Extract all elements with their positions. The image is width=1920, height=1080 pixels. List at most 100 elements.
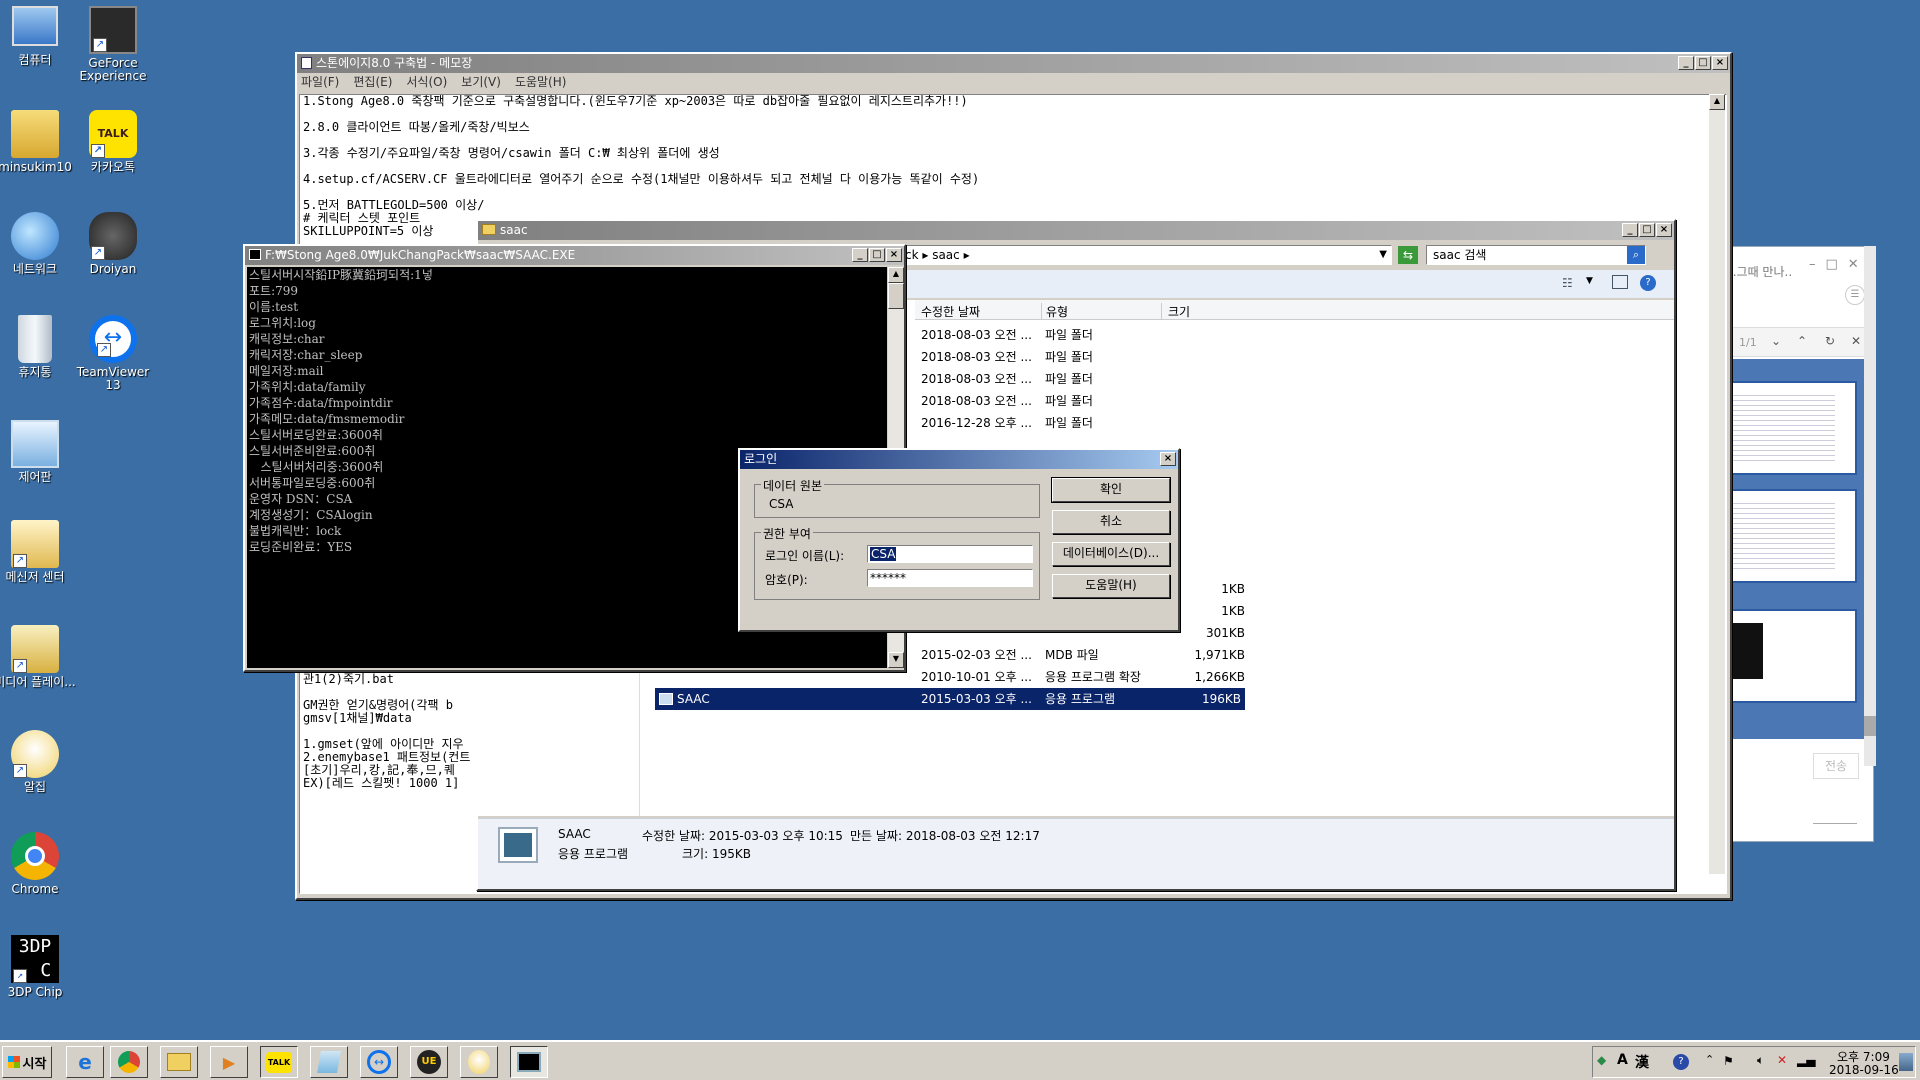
kakao-window-controls[interactable]: –□✕ xyxy=(1809,257,1869,272)
menu-file[interactable]: 파일(F) xyxy=(301,73,339,91)
console-titlebar[interactable]: F:₩Stong Age8.0₩JukChangPack₩saac₩SAAC.E… xyxy=(245,246,904,265)
notepad-vertical-scrollbar[interactable]: ▲ xyxy=(1709,94,1725,874)
table-row[interactable]: 2018-08-03 오전 ... 파일 폴더 xyxy=(915,346,1245,368)
column-header-size[interactable]: 크기 xyxy=(1161,303,1241,320)
maximize-button[interactable]: □ xyxy=(1639,223,1655,237)
close-button[interactable]: × xyxy=(1656,223,1672,237)
desktop-icon-media-player[interactable]: ↗ 미디어 플레이... xyxy=(0,625,77,689)
chevron-down-icon[interactable]: ▼ xyxy=(1586,276,1593,286)
menu-help[interactable]: 도움말(H) xyxy=(515,73,567,91)
help-icon[interactable]: ? xyxy=(1673,1054,1689,1070)
desktop-icon-computer[interactable]: 컴퓨터 xyxy=(0,6,77,67)
explorer-titlebar[interactable]: saac _ □ × xyxy=(478,221,1674,240)
refresh-icon[interactable]: ⇆ xyxy=(1398,246,1418,264)
table-row[interactable]: 2015-02-03 오전 ... MDB 파일 1,971KB xyxy=(915,644,1245,666)
windows-logo-icon xyxy=(7,1056,20,1068)
volume-icon[interactable]: 🔈︎ xyxy=(1757,1053,1764,1068)
chevron-up-icon[interactable]: ⌃ xyxy=(1797,334,1807,348)
taskbar-alzip[interactable] xyxy=(460,1046,498,1078)
menu-edit[interactable]: 편집(E) xyxy=(353,73,392,91)
ime-hanja[interactable]: 漢 xyxy=(1635,1052,1649,1072)
taskbar-console[interactable] xyxy=(510,1046,548,1078)
scroll-thumb[interactable] xyxy=(888,283,904,309)
column-header-type[interactable]: 유형 xyxy=(1041,303,1153,320)
desktop-icon-geforce[interactable]: ↗ GeForce Experience xyxy=(71,6,155,83)
ime-mode[interactable]: A xyxy=(1617,1052,1628,1068)
table-row[interactable]: 2018-08-03 오전 ... 파일 폴더 xyxy=(915,368,1245,390)
clock-date[interactable]: 2018-09-16 xyxy=(1829,1063,1899,1077)
show-desktop-icon[interactable] xyxy=(1899,1053,1913,1071)
minimize-button[interactable]: _ xyxy=(1622,223,1638,237)
table-row[interactable]: 2018-08-03 오전 ... 파일 폴더 xyxy=(915,390,1245,412)
desktop-icon-control-panel[interactable]: 제어판 xyxy=(0,420,77,484)
desktop-icon-alzip[interactable]: ↗ 알집 xyxy=(0,730,77,794)
chevron-up-icon[interactable]: ⌃ xyxy=(1705,1053,1714,1066)
desktop-icon-3dp-chip[interactable]: 3DP C ↗ 3DP Chip xyxy=(0,935,77,999)
close-button[interactable]: × xyxy=(1712,56,1728,70)
refresh-icon[interactable]: ↻ xyxy=(1825,334,1835,348)
kakao-scrollbar[interactable] xyxy=(1864,246,1876,766)
action-center-icon[interactable]: ⚑ xyxy=(1723,1054,1734,1068)
close-button[interactable]: × xyxy=(1160,452,1176,466)
close-icon[interactable]: ✕ xyxy=(1851,334,1861,348)
desktop-icon-messenger-center[interactable]: ↗ 메신저 센터 xyxy=(0,520,77,584)
table-row[interactable]: 2016-12-28 오후 ... 파일 폴더 xyxy=(915,412,1245,434)
taskbar-notepad[interactable] xyxy=(310,1046,348,1078)
desktop-icon-chrome[interactable]: Chrome xyxy=(0,832,77,896)
cancel-button[interactable]: 취소 xyxy=(1052,510,1170,534)
desktop-icon-user-folder[interactable]: minsukim10 xyxy=(0,110,77,174)
desktop-icon-droiyan[interactable]: ↗ Droiyan xyxy=(71,212,155,276)
desktop-icon-recycle-bin[interactable]: 휴지통 xyxy=(0,315,77,379)
search-input[interactable]: saac 검색 ⌕ xyxy=(1426,245,1646,265)
desktop-icon-network[interactable]: 네트워크 xyxy=(0,212,77,276)
signal-icon[interactable]: ▂▄ xyxy=(1797,1053,1815,1067)
minimize-button[interactable]: _ xyxy=(1678,56,1694,70)
taskbar-media-player[interactable]: ▶ xyxy=(210,1046,248,1078)
column-header-date[interactable]: 수정한 날짜 xyxy=(921,303,1033,320)
help-button[interactable]: 도움말(H) xyxy=(1052,574,1170,598)
chevron-down-icon[interactable]: ▼ xyxy=(1379,246,1387,264)
desktop-icon-teamviewer[interactable]: ↔ ↗ TeamViewer 13 xyxy=(71,315,155,392)
kakao-menu-icon[interactable]: ☰ xyxy=(1845,285,1865,305)
maximize-button[interactable]: □ xyxy=(869,248,885,262)
selected-table-row[interactable]: SAAC 2015-03-03 오후 ... 응용 프로그램 196KB xyxy=(655,688,1245,710)
console-icon xyxy=(517,1052,541,1072)
password-field[interactable]: ****** xyxy=(867,569,1033,587)
details-name: SAAC xyxy=(558,827,591,841)
view-options-icon[interactable]: ☷ xyxy=(1562,276,1573,290)
scroll-up-button[interactable]: ▲ xyxy=(888,267,904,283)
start-button[interactable]: 시작 xyxy=(2,1046,52,1078)
taskbar-ultraedit[interactable]: UE xyxy=(410,1046,448,1078)
menu-format[interactable]: 서식(O) xyxy=(406,73,447,91)
network-error-icon[interactable]: ✕ xyxy=(1777,1053,1787,1067)
preview-pane-icon[interactable] xyxy=(1612,275,1628,289)
taskbar-ie[interactable]: e xyxy=(66,1046,104,1078)
3dp-chip-icon: 3DP C ↗ xyxy=(11,935,59,983)
database-button[interactable]: 데이터베이스(D)... xyxy=(1052,542,1170,566)
scroll-down-button[interactable]: ▼ xyxy=(888,652,904,668)
kakao-send-button[interactable]: 전송 xyxy=(1813,753,1859,779)
desktop-icon-label: 미디어 플레이... xyxy=(0,675,76,689)
maximize-button[interactable]: □ xyxy=(1695,56,1711,70)
help-icon[interactable]: ? xyxy=(1640,275,1656,291)
notepad-titlebar[interactable]: 스톤에이지8.0 구축법 - 메모장 _ □ × xyxy=(297,54,1730,73)
table-row[interactable]: 2010-10-01 오후 ... 응용 프로그램 확장 1,266KB xyxy=(915,666,1245,688)
ok-button[interactable]: 확인 xyxy=(1051,477,1171,503)
language-bar-icon[interactable]: ◆ xyxy=(1597,1053,1606,1067)
taskbar-chrome[interactable] xyxy=(110,1046,148,1078)
menu-view[interactable]: 보기(V) xyxy=(461,73,501,91)
taskbar-teamviewer[interactable]: ↔ xyxy=(360,1046,398,1078)
username-field[interactable]: CSA xyxy=(867,545,1033,563)
address-path[interactable]: ck ▸ saac ▸ ▼ xyxy=(902,245,1392,265)
minimize-button[interactable]: _ xyxy=(852,248,868,262)
close-button[interactable]: × xyxy=(886,248,902,262)
login-dialog[interactable]: 로그인 × 데이터 원본 CSA 권한 부여 로그인 이름(L): CSA 암호… xyxy=(738,448,1180,632)
taskbar-kakaotalk[interactable]: TALK xyxy=(260,1046,298,1078)
chevron-down-icon[interactable]: ⌄ xyxy=(1771,334,1781,348)
taskbar-explorer[interactable] xyxy=(160,1046,198,1078)
desktop-icon-kakaotalk[interactable]: TALK ↗ 카카오톡 xyxy=(71,110,155,174)
table-row[interactable]: 2018-08-03 오전 ... 파일 폴더 xyxy=(915,324,1245,346)
search-icon[interactable]: ⌕ xyxy=(1627,246,1645,264)
login-titlebar[interactable]: 로그인 × xyxy=(740,450,1178,469)
kakao-zoom-slider[interactable] xyxy=(1813,823,1857,824)
